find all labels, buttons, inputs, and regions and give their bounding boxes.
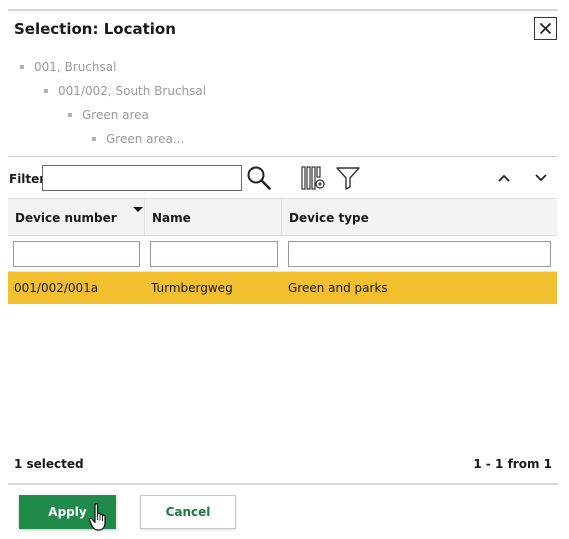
filter-label: Filter [9,172,46,186]
device-number-filter-input[interactable] [13,241,140,267]
column-settings-button[interactable] [299,164,327,192]
name-filter-input[interactable] [150,241,278,267]
filter-input[interactable] [42,165,242,191]
column-header-device-type[interactable]: Device type [282,199,557,237]
close-icon [539,22,552,35]
search-button[interactable] [245,164,273,192]
tree-item-label: 001/002, South Bruchsal [58,84,207,98]
column-header-name[interactable]: Name [145,199,282,237]
section-divider [8,156,558,157]
device-type-filter-input[interactable] [288,241,551,267]
filter-toggle-button[interactable] [334,164,362,192]
table-row[interactable]: 001/002/001a Turmbergweg Green and parks [8,272,557,304]
footer-divider [8,483,558,485]
column-settings-icon [301,166,325,190]
column-header-device-number[interactable]: Device number [8,199,145,237]
chevron-down-icon [535,174,547,182]
collapse-button[interactable] [494,168,514,188]
cell-name: Turmbergweg [151,281,233,295]
bullet-icon [68,112,72,117]
expand-button[interactable] [531,168,551,188]
apply-button[interactable]: Apply [19,495,116,529]
selected-count: 1 selected [14,457,84,471]
cell-device-type: Green and parks [288,281,388,295]
column-header-label: Device type [289,211,369,225]
cancel-button[interactable]: Cancel [140,495,236,529]
chevron-up-icon [498,174,510,182]
grid-header: Device number Name Device type [8,198,557,237]
tree-item[interactable]: Green area... [92,130,184,148]
cell-device-number: 001/002/001a [14,281,99,295]
tree-item-label: Green area... [106,132,185,146]
search-icon [247,166,271,190]
bullet-icon [20,64,24,69]
dialog-title: Selection: Location [14,20,176,38]
close-button[interactable] [534,17,557,40]
sort-descending-icon [133,207,143,212]
tree-item[interactable]: 001, Bruchsal [20,58,116,76]
bullet-icon [92,136,96,141]
tree-item-label: Green area [82,108,149,122]
column-header-label: Device number [15,211,117,225]
tree-item-label: 001, Bruchsal [34,60,117,74]
bullet-icon [44,88,48,93]
funnel-icon [336,167,360,190]
top-divider [8,9,558,11]
column-filter-row [8,236,557,272]
pagination-info: 1 - 1 from 1 [473,457,552,471]
column-header-label: Name [152,211,191,225]
tree-item[interactable]: 001/002, South Bruchsal [44,82,206,100]
tree-item[interactable]: Green area [68,106,149,124]
